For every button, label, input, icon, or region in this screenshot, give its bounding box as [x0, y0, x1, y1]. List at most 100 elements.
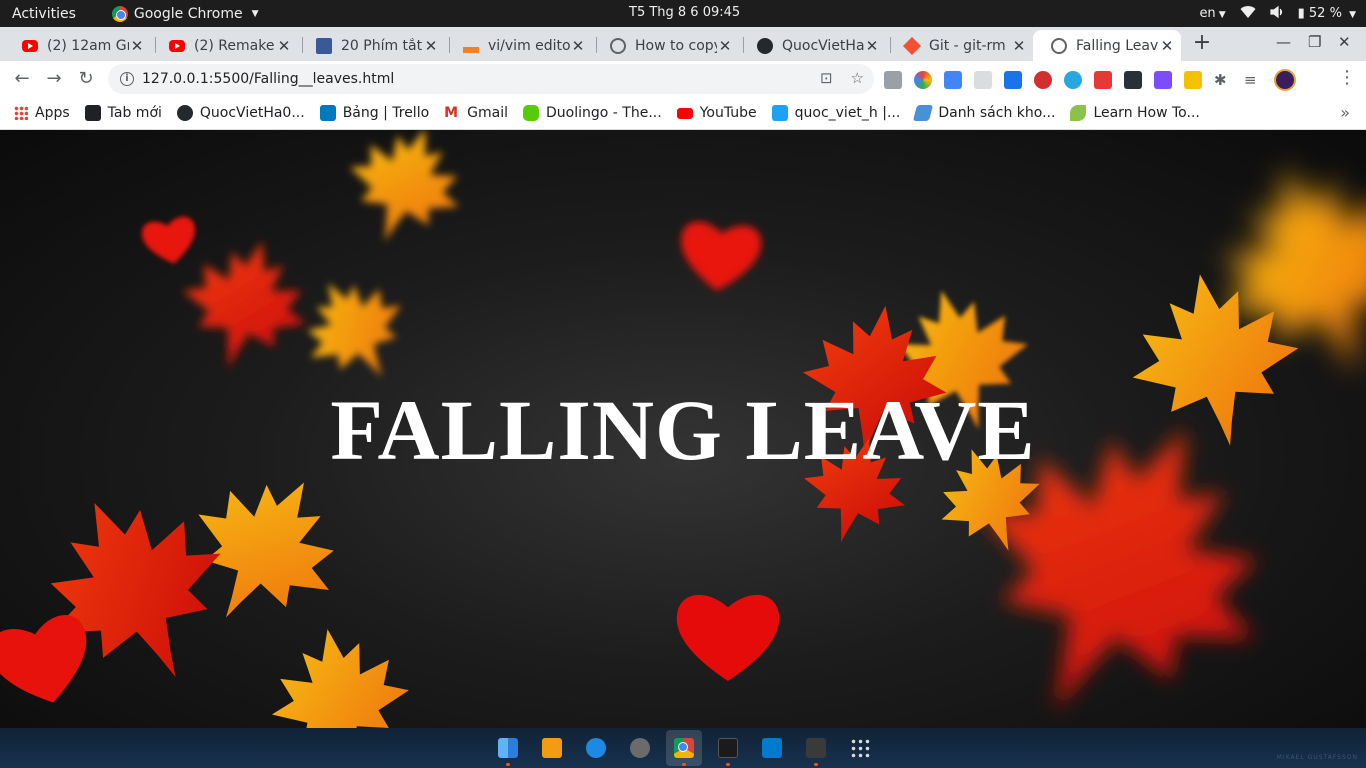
bookmark-learn-how[interactable]: Learn How To... [1070, 105, 1200, 121]
duolingo-icon [523, 105, 540, 121]
more-bookmarks-icon[interactable]: » [1340, 103, 1350, 122]
back-button[interactable]: ← [10, 67, 34, 91]
extension-icon[interactable] [1124, 71, 1142, 89]
bookmark-star-icon[interactable]: ☆ [851, 69, 864, 87]
activities-button[interactable]: Activities [0, 6, 88, 22]
extension-icon[interactable] [884, 71, 902, 89]
reading-list-icon[interactable]: ≡ [1244, 71, 1262, 89]
extension-icon[interactable] [974, 71, 992, 89]
leaf [140, 214, 201, 269]
close-icon[interactable]: ✕ [1159, 37, 1175, 55]
bookmark-quoc-viet[interactable]: quoc_viet_h |... [771, 105, 900, 121]
translate-icon[interactable]: ⊡ [820, 69, 833, 87]
bookmark-gmail[interactable]: M Gmail [444, 105, 508, 121]
github-icon [176, 105, 193, 121]
maximize-button[interactable]: ❐ [1308, 33, 1321, 51]
chevron-down-icon: ▼ [251, 8, 259, 19]
avatar[interactable] [1274, 69, 1296, 91]
bookmark-label: Danh sách kho... [938, 105, 1056, 121]
address-bar[interactable]: i 127.0.0.1:5500/Falling__leaves.html ⊡ … [108, 64, 874, 94]
bookmark-danh-sach[interactable]: Danh sách kho... [913, 105, 1056, 121]
tab-separator [155, 37, 156, 53]
bookmark-github[interactable]: QuocVietHa0... [176, 105, 305, 121]
tab-3[interactable]: vi/vim edito ✕ [445, 30, 592, 61]
bookmark-apps[interactable]: Apps [14, 105, 70, 121]
adblock-icon[interactable] [1034, 71, 1052, 89]
close-icon[interactable]: ✕ [864, 37, 880, 55]
leaf [282, 257, 428, 403]
blog-icon [316, 37, 332, 54]
color-picker-icon[interactable] [914, 71, 932, 89]
new-badge-icon[interactable] [1094, 71, 1112, 89]
tab-5[interactable]: QuocVietHa ✕ [739, 30, 886, 61]
droplet-icon[interactable] [1004, 71, 1022, 89]
close-icon[interactable]: ✕ [570, 37, 586, 55]
tab-title: QuocVietHa [782, 37, 864, 54]
extension-icon[interactable] [1154, 71, 1172, 89]
app-menu-label: Google Chrome [133, 5, 243, 22]
minimize-button[interactable]: — [1276, 33, 1291, 51]
browser-toolbar: ← → ↻ i 127.0.0.1:5500/Falling__leaves.h… [0, 61, 1366, 97]
bookmark-new-tab[interactable]: Tab mới [84, 105, 162, 121]
system-tray[interactable]: en ▼ ▮ 52 % ▼ [1199, 0, 1356, 27]
extension-icon[interactable] [1064, 71, 1082, 89]
trello-icon [319, 105, 336, 121]
close-icon[interactable]: ✕ [717, 37, 733, 55]
leaf [166, 224, 324, 386]
dock-terminal[interactable] [710, 730, 746, 766]
dock: MIKAEL GUSTAFSSON [0, 728, 1366, 768]
language-indicator[interactable]: en ▼ [1199, 6, 1225, 21]
new-tab-button[interactable]: + [1188, 30, 1216, 58]
tab-title: vi/vim edito [488, 37, 570, 54]
clock[interactable]: T5 Thg 8 6 09:45 [629, 5, 740, 20]
bookmark-label: Bảng | Trello [342, 105, 430, 121]
git-icon [902, 36, 922, 55]
close-icon[interactable]: ✕ [423, 37, 439, 55]
app-menu[interactable]: Google Chrome ▼ [111, 5, 259, 22]
dock-calculator[interactable] [798, 730, 834, 766]
bookmark-site-icon [913, 105, 934, 121]
dock-app-store[interactable] [578, 730, 614, 766]
tab-separator [596, 37, 597, 53]
bookmark-site-icon [771, 105, 788, 121]
tab-0[interactable]: (2) 12am Gri ✕ [4, 30, 151, 61]
calculator-icon [806, 738, 826, 758]
dock-vscode[interactable] [754, 730, 790, 766]
dock-chrome[interactable] [666, 730, 702, 766]
language-label: en [1199, 6, 1216, 21]
tab-2[interactable]: 20 Phím tắt ✕ [298, 30, 445, 61]
close-window-button[interactable]: ✕ [1338, 33, 1351, 51]
menu-icon[interactable]: ⋮ [1338, 67, 1356, 88]
youtube-icon [169, 39, 185, 52]
puzzle-icon[interactable]: ✱ [1214, 71, 1232, 89]
bookmark-label: Duolingo - The... [546, 105, 662, 121]
tab-4[interactable]: How to copy ✕ [592, 30, 739, 61]
dock-presentation[interactable] [534, 730, 570, 766]
chrome-icon [674, 738, 694, 758]
close-icon[interactable]: ✕ [129, 37, 145, 55]
extension-icon[interactable] [1184, 71, 1202, 89]
tab-6[interactable]: Git - git-rm D ✕ [886, 30, 1033, 61]
tab-7-active[interactable]: Falling Leav ✕ [1033, 30, 1181, 61]
bookmark-duolingo[interactable]: Duolingo - The... [523, 105, 662, 121]
battery-indicator[interactable]: ▮ 52 % ▼ [1298, 6, 1356, 21]
dock-settings[interactable] [622, 730, 658, 766]
dock-items [490, 730, 878, 766]
dock-files[interactable] [490, 730, 526, 766]
tab-separator [890, 37, 891, 53]
running-indicator [506, 763, 510, 766]
site-info-icon[interactable]: i [120, 72, 134, 86]
reload-button[interactable]: ↻ [74, 67, 98, 91]
battery-icon: ▮ [1297, 6, 1305, 21]
google-translate-icon[interactable] [944, 71, 962, 89]
wallpaper-credit: MIKAEL GUSTAFSSON [1276, 754, 1358, 761]
close-icon[interactable]: ✕ [276, 37, 292, 55]
dock-show-apps[interactable] [842, 730, 878, 766]
tab-title: Git - git-rm D [929, 37, 1011, 54]
tab-1[interactable]: (2) Remake | ✕ [151, 30, 298, 61]
terminal-icon [718, 738, 738, 758]
close-icon[interactable]: ✕ [1011, 37, 1027, 55]
bookmark-trello[interactable]: Bảng | Trello [319, 105, 430, 121]
bookmark-youtube[interactable]: YouTube [676, 105, 757, 121]
forward-button[interactable]: → [42, 67, 66, 91]
